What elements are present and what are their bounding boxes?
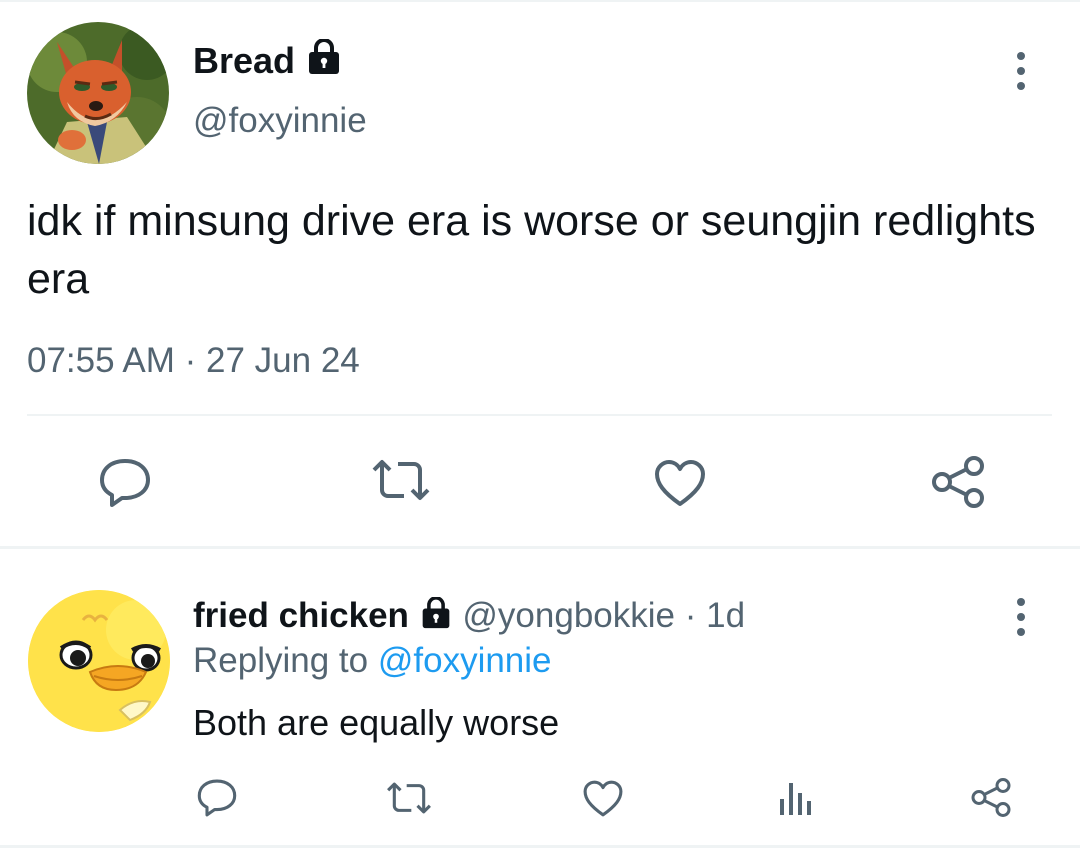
- reply-text: Both are equally worse: [193, 702, 560, 743]
- like-button[interactable]: [653, 458, 707, 508]
- tweet-timestamp[interactable]: 07:55 AM · 27 Jun 24: [27, 341, 360, 381]
- more-options-icon[interactable]: [1013, 598, 1029, 643]
- reply-time[interactable]: 1d: [706, 596, 745, 635]
- reply-author-handle[interactable]: @yongbokkie: [462, 596, 675, 635]
- replying-to-mention[interactable]: @foxyinnie: [378, 641, 552, 680]
- more-options-icon[interactable]: [1013, 52, 1029, 97]
- section-divider: [0, 546, 1080, 549]
- retweet-icon: [370, 458, 432, 502]
- replying-to: Replying to @foxyinnie: [193, 641, 552, 681]
- divider: [27, 414, 1052, 416]
- reply-header-separator: ·: [684, 596, 697, 635]
- lock-icon: [305, 38, 343, 84]
- share-icon: [930, 455, 986, 509]
- share-button[interactable]: [930, 455, 986, 509]
- reply-share-button[interactable]: [970, 777, 1012, 818]
- reply-icon: [98, 457, 152, 509]
- reply-author-avatar[interactable]: [28, 590, 170, 732]
- reply-views-button[interactable]: [778, 779, 814, 817]
- author-display-name: Bread: [193, 40, 296, 81]
- retweet-button[interactable]: [370, 458, 432, 502]
- author-avatar[interactable]: [27, 22, 169, 164]
- reply-author-name[interactable]: fried chicken: [193, 596, 409, 635]
- timestamp-separator: ·: [184, 341, 197, 380]
- replying-to-prefix: Replying to: [193, 641, 369, 680]
- reply-button[interactable]: [98, 457, 152, 509]
- share-icon: [970, 777, 1012, 818]
- views-icon: [778, 779, 814, 817]
- tweet-time: 07:55 AM: [27, 341, 175, 380]
- author-handle[interactable]: @foxyinnie: [193, 101, 367, 141]
- reply-like-button[interactable]: [582, 779, 624, 818]
- reply-retweet-button[interactable]: [385, 781, 433, 815]
- heart-icon: [582, 779, 624, 818]
- heart-icon: [653, 458, 707, 508]
- reply-reply-button[interactable]: [196, 778, 238, 818]
- lock-icon: [419, 595, 453, 638]
- reply-header: fried chicken @yongbokkie · 1d: [193, 595, 745, 638]
- top-divider: [0, 0, 1080, 2]
- author-name[interactable]: Bread: [193, 38, 343, 84]
- tweet-date: 27 Jun 24: [206, 341, 360, 380]
- tweet-text: idk if minsung drive era is worse or seu…: [27, 197, 1036, 303]
- reply-icon: [196, 778, 238, 818]
- bottom-divider: [0, 845, 1080, 848]
- retweet-icon: [385, 781, 433, 815]
